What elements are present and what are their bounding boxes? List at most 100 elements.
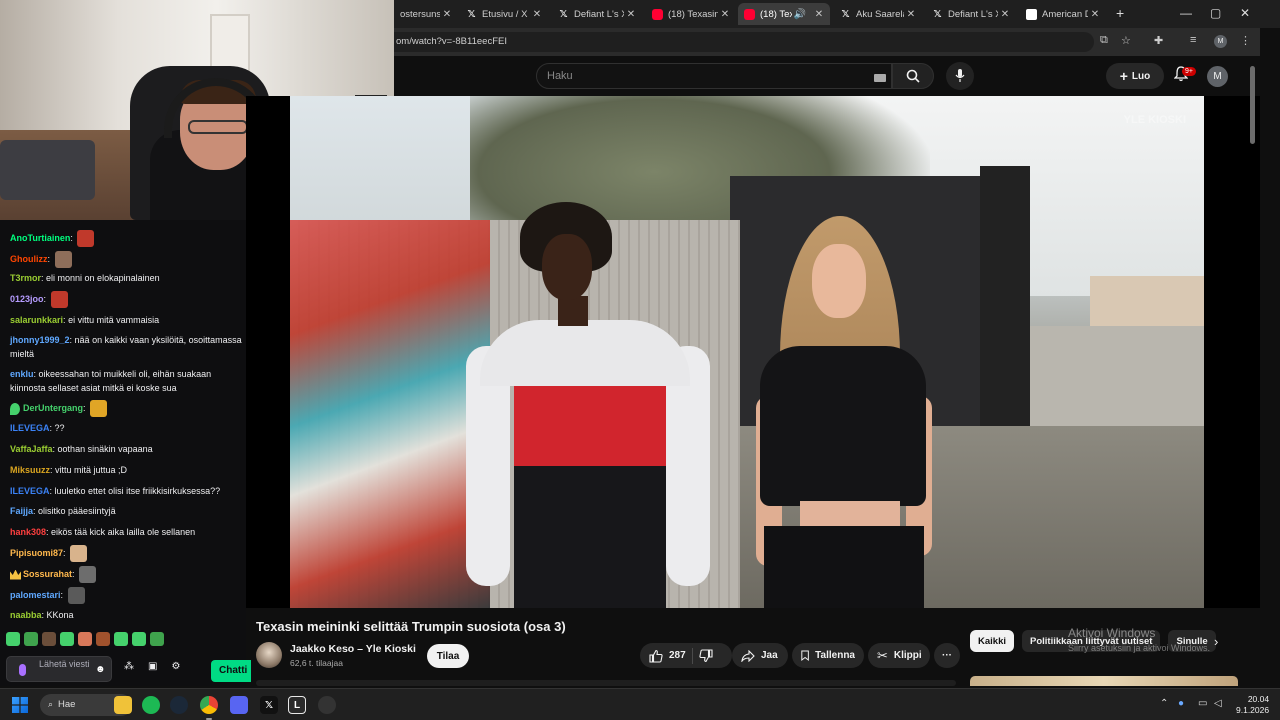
browser-tab-1[interactable]: 𝕏 Etusivu / X ✕ [460, 3, 548, 25]
emote-icon[interactable] [132, 632, 146, 646]
emote-icon[interactable] [24, 632, 38, 646]
chat-username[interactable]: 0123joo [10, 294, 44, 304]
browser-tab-0[interactable]: ostersunsh ✕ [394, 3, 458, 25]
minimize-button[interactable]: — [1180, 6, 1192, 20]
more-actions-button[interactable]: ··· [934, 643, 960, 668]
browser-profile-avatar[interactable]: M [1214, 35, 1227, 48]
save-button[interactable]: Tallenna [792, 643, 864, 668]
subscribe-button[interactable]: Tilaa [427, 644, 469, 668]
url-field[interactable]: om/watch?v=-8B11eecFEI [394, 32, 1094, 52]
chat-username[interactable]: DerUntergang [23, 403, 83, 413]
man-shirt-red-stripe [514, 386, 666, 466]
tab-close-icon[interactable]: ✕ [904, 9, 918, 20]
volume-icon[interactable]: ◁ [1214, 698, 1222, 709]
chat-username[interactable]: ILEVEGA [10, 423, 50, 433]
network-icon[interactable]: ▭ [1198, 698, 1207, 709]
tray-mic-icon[interactable]: ● [1178, 698, 1184, 709]
description-box-edge[interactable] [256, 680, 956, 686]
extensions-icon[interactable]: ✚ [1154, 34, 1163, 47]
chat-username[interactable]: naabba [10, 610, 42, 620]
keyboard-icon[interactable] [874, 74, 886, 82]
obs-like-app-icon[interactable]: L [288, 696, 306, 714]
chat-username[interactable]: Pipisuomi87 [10, 548, 63, 558]
like-button[interactable]: 287 [649, 649, 686, 663]
install-app-icon[interactable]: ⧉ [1100, 34, 1108, 47]
chat-username[interactable]: salarunkkari [10, 315, 63, 325]
account-avatar[interactable]: M [1207, 66, 1228, 87]
x-app-icon[interactable]: 𝕏 [260, 696, 278, 714]
bookmark-star-icon[interactable]: ☆ [1121, 34, 1131, 47]
chat-username[interactable]: T3rmor [10, 273, 41, 283]
share-button[interactable]: Jaa [732, 643, 788, 668]
page-scrollbar[interactable] [1250, 66, 1255, 144]
tab-close-icon[interactable]: ✕ [998, 9, 1012, 20]
thumbs-down-icon[interactable] [699, 648, 713, 663]
windows-start-icon[interactable] [12, 697, 28, 713]
search-input[interactable]: Haku [536, 63, 892, 89]
voice-search-button[interactable] [946, 62, 974, 90]
new-tab-button[interactable]: + [1116, 5, 1124, 21]
search-button[interactable] [892, 63, 934, 89]
emote-icon[interactable] [114, 632, 128, 646]
chevron-right-icon[interactable]: › [1214, 634, 1218, 649]
chat-username[interactable]: VaffaJaffa [10, 444, 53, 454]
spotify-icon[interactable] [142, 696, 160, 714]
chip-all[interactable]: Kaikki [970, 630, 1014, 652]
chat-message-input[interactable]: Lähetä viesti ☻ [6, 656, 112, 682]
browser-menu-icon[interactable]: ⋮ [1240, 34, 1251, 47]
chat-username[interactable]: Faijja [10, 506, 33, 516]
chat-username[interactable]: AnoTurtiainen [10, 233, 70, 243]
taskbar-clock[interactable]: 20.04 9.1.2026 [1236, 694, 1269, 716]
emote-icon[interactable] [150, 632, 164, 646]
create-button[interactable]: + Luo [1106, 63, 1164, 89]
channel-avatar[interactable] [256, 642, 282, 668]
media-control-icon[interactable]: ≡ [1190, 34, 1196, 46]
store-icon[interactable]: ▣ [148, 661, 157, 672]
speaker-icon[interactable]: 🔊 [792, 9, 808, 20]
steam-icon[interactable] [170, 696, 188, 714]
browser-tab-5[interactable]: 𝕏 Aku Saarela ✕ [834, 3, 922, 25]
chat-username[interactable]: enklu [10, 369, 34, 379]
chat-username[interactable]: Ghoulizz [10, 254, 48, 264]
discord-icon[interactable] [230, 696, 248, 714]
video-title: Texasin meininki selittää Trumpin suosio… [256, 619, 566, 634]
maximize-button[interactable]: ▢ [1210, 6, 1221, 20]
app-icon[interactable] [318, 696, 336, 714]
file-explorer-icon[interactable] [114, 696, 132, 714]
window-close-button[interactable]: ✕ [1240, 6, 1250, 20]
chat-username[interactable]: palomestari [10, 590, 61, 600]
emote-icon[interactable] [42, 632, 56, 646]
tab-close-icon[interactable]: ✕ [718, 9, 732, 20]
chat-username[interactable]: jhonny1999_2 [10, 335, 70, 345]
emote-icon[interactable] [60, 632, 74, 646]
emote-icon[interactable] [6, 632, 20, 646]
clip-button[interactable]: ✂ Klippi [868, 643, 930, 668]
chrome-icon[interactable] [200, 696, 218, 714]
video-watermark: YLE KIOSKI [1123, 114, 1186, 126]
emoji-picker-icon[interactable]: ☻ [95, 664, 106, 675]
tray-chevron-up-icon[interactable]: ⌃ [1160, 698, 1168, 709]
browser-tab-7[interactable]: American Di ✕ [1020, 3, 1106, 25]
browser-tab-6[interactable]: 𝕏 Defiant L's X ✕ [926, 3, 1016, 25]
bits-icon[interactable]: ⁂ [124, 661, 134, 672]
chat-username[interactable]: hank308 [10, 527, 46, 537]
browser-tab-3[interactable]: (18) Texasin ✕ [646, 3, 736, 25]
chat-username[interactable]: Sossurahat [23, 569, 72, 579]
chat-send-button[interactable]: Chatti [211, 660, 251, 682]
emote-icon[interactable] [96, 632, 110, 646]
video-player[interactable]: YLE KIOSKI [290, 96, 1204, 608]
chat-username[interactable]: ILEVEGA [10, 486, 50, 496]
chat-username[interactable]: Miksuuzz [10, 465, 50, 475]
tab-close-icon[interactable]: ✕ [440, 9, 454, 20]
tab-close-icon[interactable]: ✕ [530, 9, 544, 20]
channel-name[interactable]: Jaakko Keso – Yle Kioski [290, 643, 416, 655]
tab-close-icon[interactable]: ✕ [812, 9, 826, 20]
browser-tab-4-active[interactable]: (18) Texas 🔊 ✕ [738, 3, 830, 25]
emote-icon[interactable] [78, 632, 92, 646]
tab-close-icon[interactable]: ✕ [1088, 9, 1102, 20]
recommended-video-thumbnail[interactable] [970, 676, 1238, 686]
tab-close-icon[interactable]: ✕ [624, 9, 638, 20]
browser-tab-2[interactable]: 𝕏 Defiant L's X ✕ [552, 3, 642, 25]
settings-gear-icon[interactable]: ⚙ [171, 661, 180, 672]
emote-icon [67, 587, 85, 604]
